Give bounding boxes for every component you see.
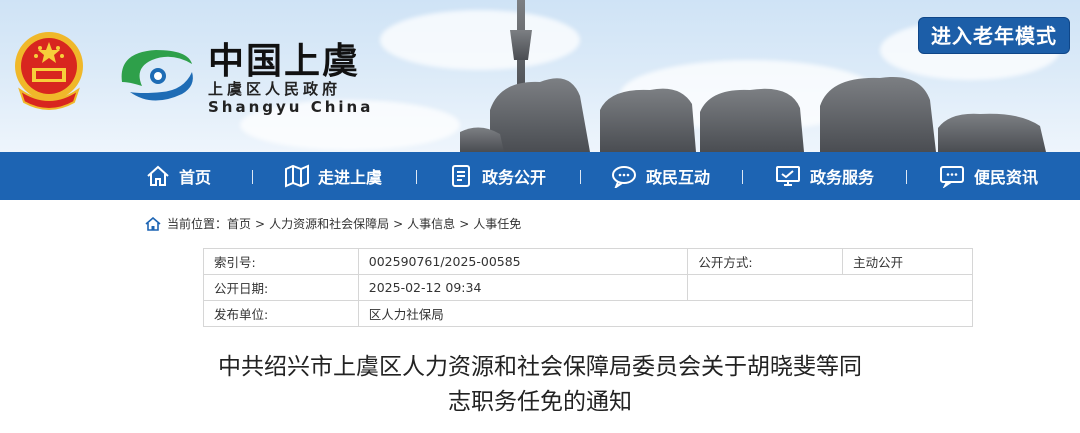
nav-divider <box>580 170 581 184</box>
main-nav: 首页 走进上虞 政务公开 政民互动 政务服务 便民资讯 <box>0 152 1080 200</box>
chat-icon <box>612 166 636 188</box>
site-title-english: Shangyu China <box>208 98 374 116</box>
open-method-label: 公开方式: <box>687 248 844 275</box>
nav-item-interaction[interactable]: 政民互动 <box>610 152 710 200</box>
national-emblem-icon <box>15 32 83 110</box>
document-icon <box>452 165 470 187</box>
document-title: 中共绍兴市上虞区人力资源和社会保障局委员会关于胡晓斐等同 志职务任免的通知 <box>200 350 880 420</box>
nav-item-label: 走进上虞 <box>318 168 383 187</box>
home-icon <box>147 165 169 186</box>
breadcrumb-link-home[interactable]: 首页 <box>227 215 251 232</box>
table-row: 发布单位: 区人力社保局 <box>203 300 974 327</box>
map-icon <box>285 164 309 188</box>
open-method-value: 主动公开 <box>842 248 973 275</box>
breadcrumb-separator: > <box>255 216 266 231</box>
nav-item-label: 政务服务 <box>810 168 875 187</box>
shangyu-logo-icon <box>121 50 193 101</box>
index-value: 002590761/2025-00585 <box>357 248 689 275</box>
nav-item-home[interactable]: 首页 <box>145 152 211 200</box>
document-title-line: 中共绍兴市上虞区人力资源和社会保障局委员会关于胡晓斐等同 <box>218 354 862 380</box>
document-title-line: 志职务任免的通知 <box>448 389 632 415</box>
breadcrumb-link-personnel-info[interactable]: 人事信息 <box>407 215 455 232</box>
monitor-icon <box>776 166 800 186</box>
publisher-value: 区人力社保局 <box>357 300 974 327</box>
nav-divider <box>252 170 253 184</box>
message-icon <box>940 166 964 188</box>
breadcrumb-link-appointments[interactable]: 人事任免 <box>473 215 521 232</box>
breadcrumb-separator: > <box>459 216 470 231</box>
nav-item-public-info[interactable]: 便民资讯 <box>938 152 1038 200</box>
nav-item-label: 政民互动 <box>646 168 711 187</box>
breadcrumb: 当前位置： 首页 > 人力资源和社会保障局 > 人事信息 > 人事任免 <box>145 215 521 232</box>
open-date-value: 2025-02-12 09:34 <box>357 274 689 301</box>
nav-divider <box>416 170 417 184</box>
index-label: 索引号: <box>203 248 359 275</box>
site-subtitle: 上虞区人民政府 <box>208 80 342 98</box>
home-icon <box>145 216 161 231</box>
nav-divider <box>742 170 743 184</box>
publisher-label: 发布单位: <box>203 300 359 327</box>
table-row: 索引号: 002590761/2025-00585 公开方式: 主动公开 <box>203 248 973 275</box>
nav-item-services[interactable]: 政务服务 <box>774 152 874 200</box>
table-row: 公开日期: 2025-02-12 09:34 <box>203 274 973 301</box>
elder-mode-button[interactable]: 进入老年模式 <box>918 17 1070 54</box>
nav-item-about[interactable]: 走进上虞 <box>284 152 382 200</box>
empty-cell <box>687 274 973 301</box>
nav-item-label: 政务公开 <box>482 168 547 187</box>
nav-divider <box>906 170 907 184</box>
header-banner: 中国上虞 上虞区人民政府 Shangyu China 进入老年模式 <box>0 0 1080 152</box>
site-title: 中国上虞 <box>208 40 361 82</box>
nav-item-gov-open[interactable]: 政务公开 <box>448 152 546 200</box>
nav-item-label: 便民资讯 <box>974 168 1039 187</box>
breadcrumb-prefix: 当前位置： <box>167 217 228 231</box>
document-meta-table: 索引号: 002590761/2025-00585 公开方式: 主动公开 公开日… <box>203 248 974 327</box>
nav-item-label: 首页 <box>179 168 212 187</box>
breadcrumb-link-hr-bureau[interactable]: 人力资源和社会保障局 <box>269 215 389 232</box>
breadcrumb-separator: > <box>393 216 404 231</box>
open-date-label: 公开日期: <box>203 274 359 301</box>
